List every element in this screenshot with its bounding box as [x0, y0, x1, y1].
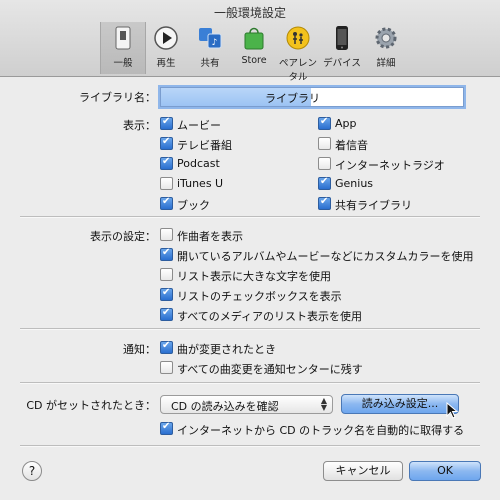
checkbox-custom-colors[interactable]	[160, 247, 173, 261]
checkbox-podcast[interactable]	[160, 156, 173, 170]
view-settings-label: 表示の設定：	[90, 230, 156, 243]
tab-parental[interactable]: ペアレンタル	[276, 22, 320, 83]
checkbox-list-checkboxes[interactable]	[160, 287, 173, 301]
checkbox-label: すべての曲変更を通知センターに残す	[177, 363, 363, 376]
separator	[20, 382, 480, 384]
svg-text:♪: ♪	[212, 38, 218, 48]
parental-icon	[286, 26, 310, 50]
cd-insert-label: CD がセットされたとき：	[26, 399, 156, 412]
iphone-icon	[336, 26, 348, 50]
checkbox-tv-shows[interactable]	[160, 136, 173, 150]
checkbox-label: すべてのメディアのリスト表示を使用	[177, 310, 363, 323]
checkbox-label: iTunes U	[177, 177, 224, 190]
checkbox-genius[interactable]	[318, 176, 331, 190]
checkbox-internet-radio[interactable]	[318, 157, 331, 170]
checkbox-label: リスト表示に大きな文字を使用	[177, 270, 331, 283]
checkbox-books[interactable]	[160, 196, 173, 210]
import-settings-button[interactable]: 読み込み設定...	[341, 394, 459, 414]
store-bag-icon	[244, 27, 264, 50]
checkbox-movies[interactable]	[160, 116, 173, 130]
checkbox-label: ムービー	[177, 119, 221, 132]
preferences-window: 一般環境設定 一般 再生 ♪ 共有 Store ペアレンタル デバイス 詳細 ラ…	[0, 0, 500, 500]
checkbox-auto-fetch-tracks[interactable]	[160, 421, 173, 435]
tab-label: 詳細	[376, 58, 396, 69]
checkbox-label: テレビ番組	[177, 139, 232, 152]
separator	[20, 328, 480, 330]
ok-button[interactable]: OK	[409, 461, 481, 481]
sharing-icon: ♪	[199, 28, 222, 49]
checkbox-label: 曲が変更されたとき	[177, 343, 276, 356]
tab-label: 共有	[200, 58, 220, 69]
library-name-value: ライブラリ	[265, 92, 320, 105]
notifications-label: 通知：	[123, 343, 156, 356]
tab-label: ペアレンタル	[278, 58, 317, 83]
checkbox-song-changes[interactable]	[160, 340, 173, 354]
checkbox-label: インターネットから CD のトラック名を自動的に取得する	[177, 424, 465, 437]
mouse-pointer-icon	[446, 402, 459, 419]
checkbox-show-composer[interactable]	[160, 228, 173, 241]
tab-label: 一般	[113, 58, 133, 69]
checkbox-label: Podcast	[177, 157, 220, 170]
tab-advanced[interactable]: 詳細	[364, 22, 408, 74]
library-name-label: ライブラリ名：	[79, 91, 156, 104]
checkbox-label: 開いているアルバムやムービーなどにカスタムカラーを使用	[177, 250, 474, 263]
checkbox-all-media-list[interactable]	[160, 307, 173, 321]
cd-action-value: CD の読み込みを確認	[171, 400, 279, 413]
checkbox-ringtones[interactable]	[318, 137, 331, 150]
tab-sharing[interactable]: ♪ 共有	[188, 22, 232, 74]
checkbox-label: Genius	[335, 177, 374, 190]
display-label: 表示：	[123, 119, 156, 132]
general-switch-icon	[115, 26, 131, 50]
tab-store[interactable]: Store	[232, 22, 276, 74]
checkbox-shared-libraries[interactable]	[318, 196, 331, 210]
help-button[interactable]: ?	[22, 461, 42, 481]
checkbox-label: 着信音	[335, 139, 368, 152]
tab-general[interactable]: 一般	[100, 22, 146, 74]
checkbox-label: App	[335, 117, 357, 130]
checkbox-label: 作曲者を表示	[177, 230, 243, 243]
checkbox-large-text[interactable]	[160, 268, 173, 281]
tab-label: 再生	[156, 58, 176, 69]
window-title: 一般環境設定	[213, 6, 286, 20]
checkbox-label: 共有ライブラリ	[335, 199, 412, 212]
cd-action-select[interactable]: CD の読み込みを確認 ▲ ▼	[160, 395, 333, 414]
gear-icon	[375, 27, 397, 49]
checkbox-label: ブック	[177, 199, 210, 212]
checkbox-apps[interactable]	[318, 116, 331, 130]
checkbox-itunes-u[interactable]	[160, 177, 173, 190]
separator	[20, 216, 480, 218]
checkbox-notification-center[interactable]	[160, 361, 173, 374]
updown-arrows-icon: ▲ ▼	[320, 396, 327, 412]
play-icon	[154, 26, 178, 50]
tab-label: デバイス	[323, 58, 361, 69]
library-name-field[interactable]: ライブラリ	[160, 87, 464, 107]
separator	[20, 445, 480, 447]
title-bar: 一般環境設定 一般 再生 ♪ 共有 Store ペアレンタル デバイス 詳細	[0, 0, 500, 83]
tab-devices[interactable]: デバイス	[320, 22, 364, 74]
checkbox-label: インターネットラジオ	[335, 159, 445, 172]
checkbox-label: リストのチェックボックスを表示	[177, 290, 342, 303]
tab-playback[interactable]: 再生	[144, 22, 188, 74]
tab-label: Store	[241, 55, 267, 66]
cancel-button[interactable]: キャンセル	[323, 461, 403, 481]
